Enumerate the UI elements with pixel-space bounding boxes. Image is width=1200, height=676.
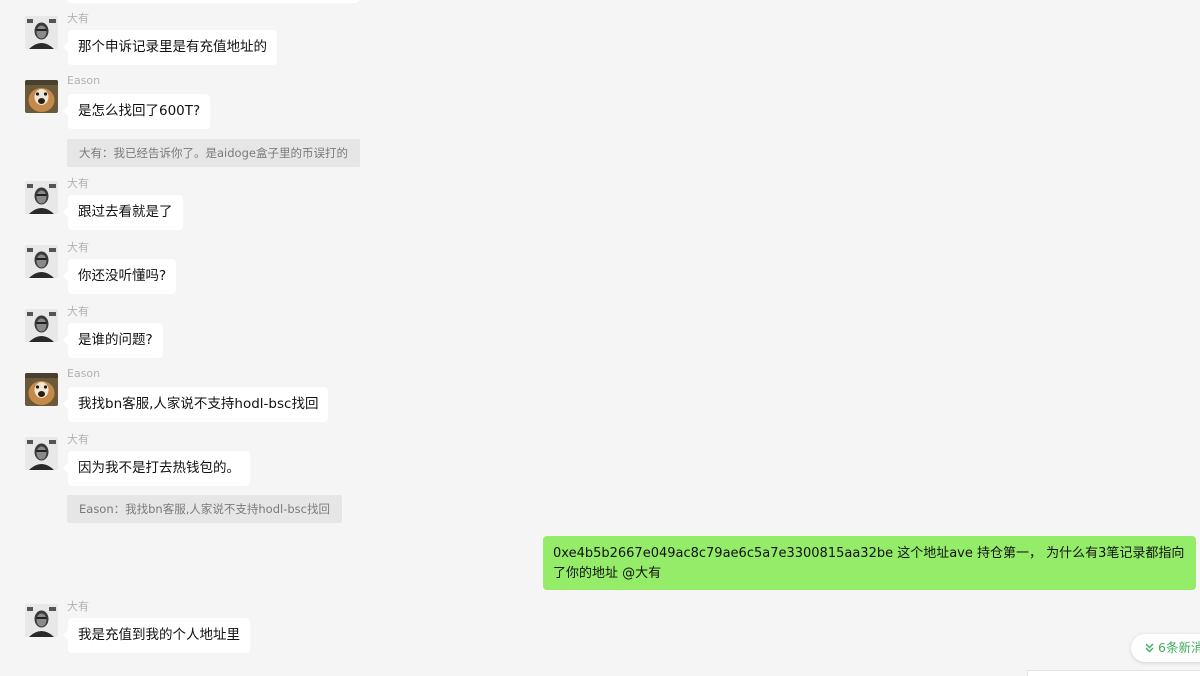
sender-name: 大有 xyxy=(67,12,89,25)
sender-name: 大有 xyxy=(67,305,89,318)
message-bubble[interactable]: 是谁的问题? xyxy=(63,323,163,358)
quoted-reply[interactable]: 大有：我已经告诉你了。是aidoge盒子里的币误打的 xyxy=(67,139,360,167)
input-box-edge[interactable] xyxy=(1027,670,1200,676)
new-messages-button[interactable]: 6条新消息 xyxy=(1131,634,1200,662)
message-bubble[interactable]: 那个申诉记录里是有充值地址的 xyxy=(63,30,277,65)
avatar-dayou[interactable] xyxy=(25,245,58,278)
new-messages-label: 6条新消息 xyxy=(1158,640,1200,655)
sender-name: 大有 xyxy=(67,600,89,613)
sender-name: Eason xyxy=(67,74,101,87)
sender-name: 大有 xyxy=(67,177,89,190)
avatar-dayou[interactable] xyxy=(25,437,58,470)
double-chevron-down-icon xyxy=(1145,636,1154,664)
outgoing-message-line: 0xe4b5b2667e049ac8c79ae6c5a7e3300815aa32… xyxy=(553,546,1185,561)
sender-name: Eason xyxy=(67,367,101,380)
sender-name: 大有 xyxy=(67,433,89,446)
previous-message-bubble-edge xyxy=(67,0,359,3)
message-bubble[interactable]: 是怎么找回了600T? xyxy=(62,94,211,129)
message-bubble[interactable]: 因为我不是打去热钱包的。 xyxy=(63,451,250,486)
avatar-eason[interactable] xyxy=(25,373,58,406)
outgoing-message-bubble[interactable]: 0xe4b5b2667e049ac8c79ae6c5a7e3300815aa32… xyxy=(543,536,1196,590)
avatar-dayou[interactable] xyxy=(25,16,58,49)
avatar-dayou[interactable] xyxy=(25,181,58,214)
message-bubble[interactable]: 我是充值到我的个人地址里 xyxy=(63,618,250,653)
message-bubble[interactable]: 你还没听懂吗? xyxy=(62,259,177,294)
chat-message-area[interactable]: 大有 那个申诉记录里是有充值地址的 Eason 是怎么找回了600T? 大有：我… xyxy=(0,0,1200,676)
avatar-eason[interactable] xyxy=(25,80,58,113)
quoted-reply[interactable]: Eason：我找bn客服,人家说不支持hodl-bsc找回 xyxy=(67,495,342,523)
avatar-dayou[interactable] xyxy=(25,309,58,342)
message-bubble[interactable]: 跟过去看就是了 xyxy=(63,195,183,230)
message-bubble[interactable]: 我找bn客服,人家说不支持hodl-bsc找回 xyxy=(62,387,329,422)
outgoing-message-line: 了你的地址 @大有 xyxy=(553,566,662,581)
avatar-dayou[interactable] xyxy=(25,604,58,637)
sender-name: 大有 xyxy=(67,241,89,254)
